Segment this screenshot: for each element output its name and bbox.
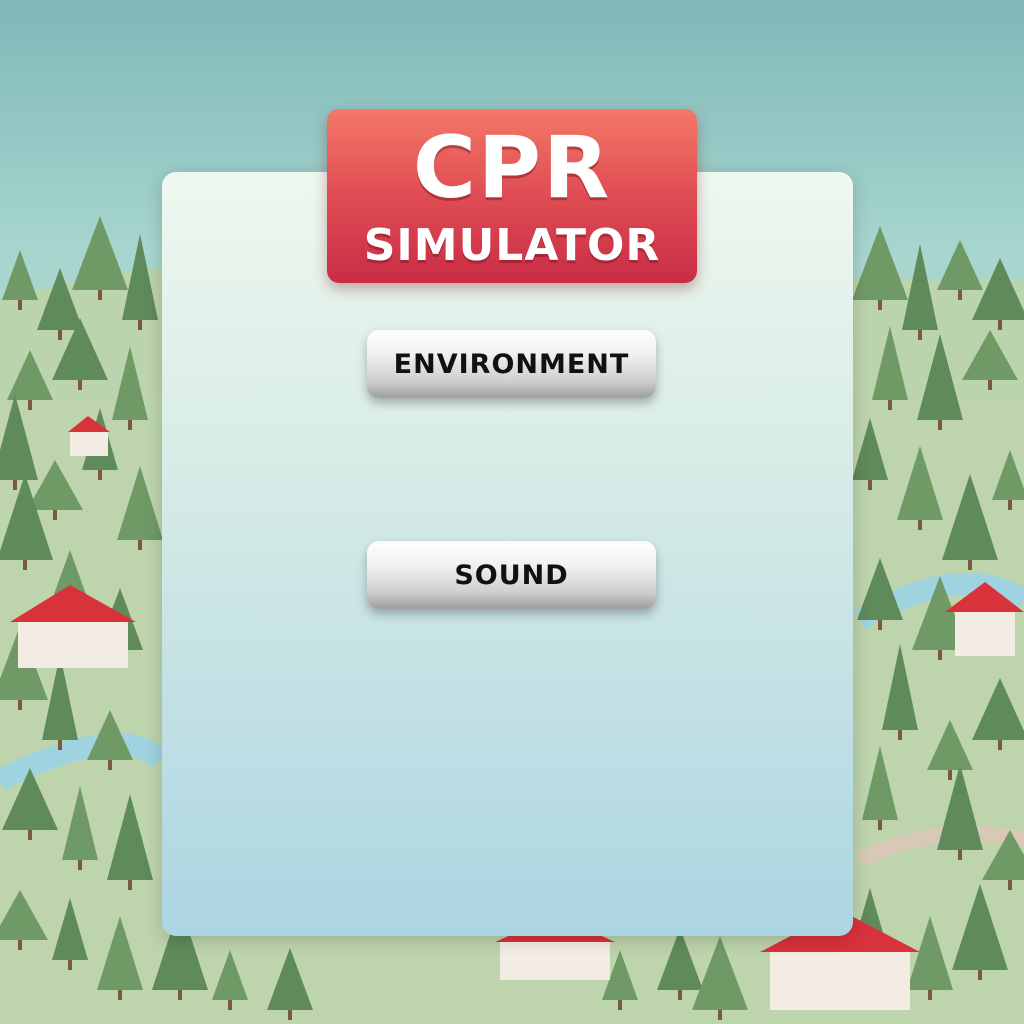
title-banner: CPR SIMULATOR — [327, 109, 697, 283]
game-title: CPR — [412, 118, 612, 218]
game-subtitle: SIMULATOR — [363, 220, 661, 271]
environment-button[interactable]: ENVIRONMENT — [367, 330, 656, 398]
sound-button[interactable]: SOUND — [367, 541, 656, 609]
